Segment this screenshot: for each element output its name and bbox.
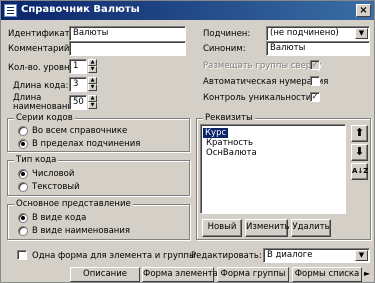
sort-az-icon: A↓Z (352, 167, 369, 175)
edit-mode-label: Редактировать: (191, 251, 262, 261)
main-view-option-name[interactable]: В виде наименования (32, 226, 130, 236)
spin-up-icon[interactable]: ▲ (88, 77, 97, 84)
code-series-option-all[interactable]: Во всем справочнике (32, 126, 127, 136)
levels-field[interactable]: 1 (69, 59, 87, 74)
code-type-option-numeric[interactable]: Числовой (32, 169, 74, 179)
code-length-field[interactable]: 3 (69, 77, 87, 92)
chevron-down-icon[interactable]: ▼ (355, 250, 368, 261)
tab-description[interactable]: Описание (70, 267, 140, 282)
close-button[interactable]: × (356, 4, 371, 17)
spin-up-icon[interactable]: ▲ (88, 95, 97, 102)
edit-mode-combo[interactable]: В диалоге ▼ (263, 248, 370, 263)
chevron-down-icon[interactable]: ▼ (355, 28, 368, 39)
spin-down-icon[interactable]: ▼ (88, 102, 97, 109)
window-title: Справочник Валюты (21, 4, 140, 15)
arrow-down-icon: ⬇ (354, 145, 365, 158)
list-item[interactable]: ОснВалюта (204, 148, 259, 158)
code-type-option-text[interactable]: Текстовый (32, 182, 80, 192)
main-view-option-code[interactable]: В виде кода (32, 213, 86, 223)
new-requisite-button[interactable]: Новый (202, 219, 242, 237)
move-up-button[interactable]: ⬆ (351, 125, 368, 142)
code-series-option-sub[interactable]: В пределах подчинения (32, 139, 140, 149)
tab-scroll-right-icon[interactable]: ► (364, 269, 370, 278)
requisites-title: Реквизиты (203, 113, 255, 123)
name-length-field[interactable]: 50 (69, 95, 87, 110)
tab-element-form[interactable]: Форма элемента (142, 267, 218, 282)
edit-requisite-button[interactable]: Изменить (245, 219, 290, 237)
list-item[interactable]: Курс (203, 128, 229, 138)
auto-number-checkbox[interactable] (310, 76, 320, 86)
main-view-radio-code[interactable] (18, 213, 28, 223)
synonym-label: Синоним: (203, 44, 246, 54)
name-length-spinner[interactable]: ▲ ▼ (88, 95, 97, 110)
synonym-field[interactable]: Валюты (266, 41, 370, 56)
code-series-radio-sub[interactable] (18, 139, 28, 149)
tab-bar: Описание Форма элемента Форма группы Фор… (1, 267, 374, 283)
unique-control-label: Контроль уникальности (203, 93, 312, 103)
spin-down-icon[interactable]: ▼ (88, 84, 97, 91)
levels-spinner[interactable]: ▲ ▼ (88, 59, 97, 74)
arrow-up-icon: ⬆ (354, 126, 365, 139)
comment-field[interactable] (69, 41, 186, 56)
spin-up-icon[interactable]: ▲ (88, 59, 97, 66)
spin-down-icon[interactable]: ▼ (88, 66, 97, 73)
groups-on-top-checkbox[interactable]: ✓ (310, 60, 320, 70)
code-series-radio-all[interactable] (18, 126, 28, 136)
code-length-label: Длина кода: (13, 81, 69, 91)
main-view-radio-name[interactable] (18, 226, 28, 236)
list-item[interactable]: Кратность (204, 138, 255, 148)
edit-mode-value: В диалоге (267, 250, 313, 260)
unique-control-checkbox[interactable]: ✓ (310, 92, 320, 102)
catalog-icon (4, 4, 17, 17)
main-view-title: Основное представление (14, 199, 133, 209)
comment-label: Комментарий: (8, 44, 73, 54)
subordinate-label: Подчинен: (203, 29, 251, 39)
code-type-title: Тип кода (14, 155, 59, 165)
dialog-window: Справочник Валюты × Идентификатор: Валют… (0, 0, 375, 283)
code-series-title: Серии кодов (14, 113, 75, 123)
groups-on-top-label: Размещать группы сверху (203, 61, 322, 71)
delete-requisite-button[interactable]: Удалить (291, 219, 331, 237)
code-length-spinner[interactable]: ▲ ▼ (88, 77, 97, 92)
tab-group-form[interactable]: Форма группы (217, 267, 289, 282)
subordinate-value: (не подчинено) (270, 28, 339, 38)
subordinate-combo[interactable]: (не подчинено) ▼ (266, 26, 370, 41)
one-form-checkbox[interactable] (17, 250, 27, 260)
code-type-radio-numeric[interactable] (18, 169, 28, 179)
title-bar[interactable]: Справочник Валюты × (1, 1, 374, 20)
move-down-button[interactable]: ⬇ (351, 144, 368, 161)
requisites-list[interactable]: Курс Кратность ОснВалюта (200, 124, 346, 214)
identifier-field[interactable]: Валюты (69, 26, 186, 41)
code-type-radio-text[interactable] (18, 182, 28, 192)
sort-button[interactable]: A↓Z (351, 163, 368, 180)
tab-list-forms[interactable]: Формы списка (292, 267, 362, 282)
one-form-label: Одна форма для элемента и группы (32, 251, 196, 261)
